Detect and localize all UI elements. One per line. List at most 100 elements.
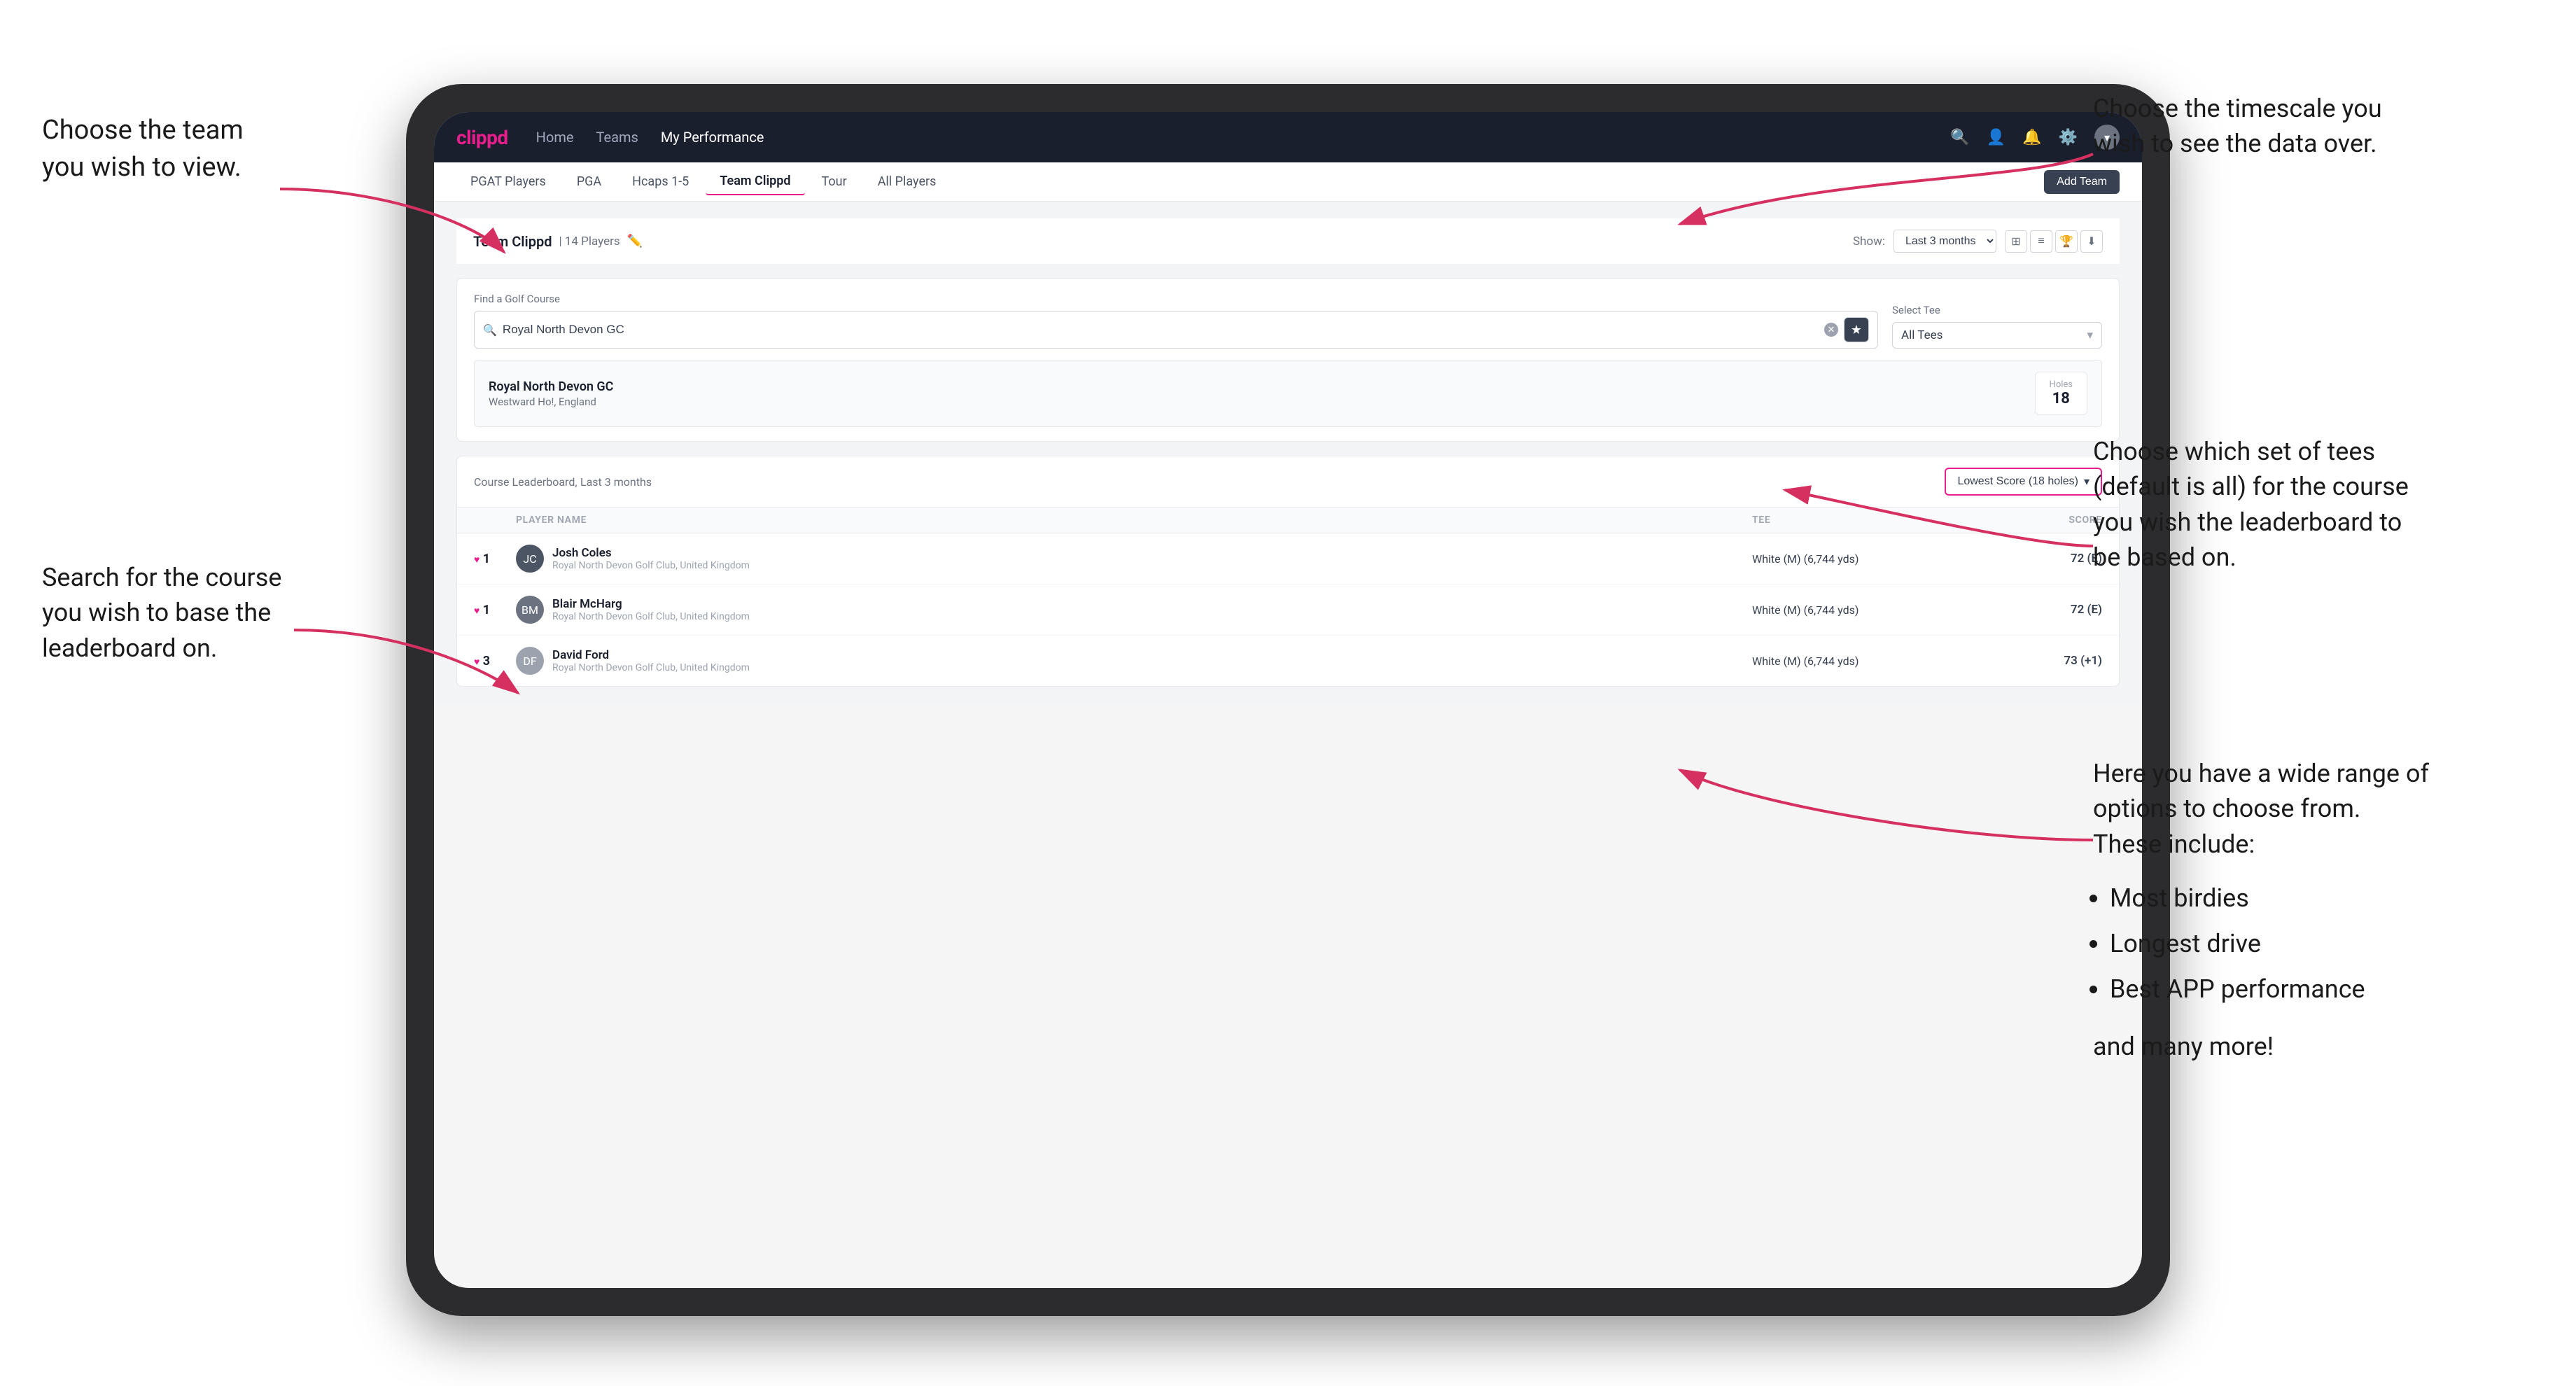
score-david: 73 (+1): [1962, 654, 2102, 668]
sub-nav-right: Add Team: [2044, 170, 2120, 194]
subnav-hcaps[interactable]: Hcaps 1-5: [618, 169, 703, 195]
tee-josh: White (M) (6,744 yds): [1752, 552, 1962, 566]
team-controls: Show: Last 3 months ⊞ ≡ 🏆 ⬇: [1853, 230, 2103, 253]
player-info-david: DF David Ford Royal North Devon Golf Clu…: [516, 647, 1752, 675]
find-course-label: Find a Golf Course: [474, 293, 1878, 305]
tee-select-value: All Tees: [1901, 328, 1942, 342]
col-player-name: PLAYER NAME: [516, 514, 1752, 526]
search-clear-button[interactable]: ✕: [1824, 323, 1838, 337]
table-row: ♥ 3 DF David Ford Royal North Devon Golf…: [457, 636, 2119, 686]
holes-number: 18: [2050, 390, 2073, 407]
tee-select-group: Select Tee All Tees ▾: [1892, 304, 2102, 349]
annotation-top-left: Choose the team you wish to view.: [42, 112, 280, 186]
edit-icon[interactable]: ✏️: [627, 234, 643, 248]
score-type-label: Lowest Score (18 holes): [1957, 475, 2078, 488]
search-row: Find a Golf Course 🔍 ✕ ★ Select Tee All …: [474, 293, 2102, 349]
score-type-chevron: ▾: [2084, 475, 2090, 489]
col-rank: [474, 514, 516, 526]
holes-box: Holes 18: [2035, 372, 2087, 415]
show-select[interactable]: Last 3 months: [1893, 230, 1996, 253]
course-name: Royal North Devon GC: [489, 379, 613, 394]
tee-dropdown-icon: ▾: [2087, 328, 2093, 342]
tablet-frame: clippd Home Teams My Performance 🔍 👤 🔔 ⚙…: [406, 84, 2170, 1316]
player-name-david: David Ford: [552, 648, 750, 662]
course-search-input-wrapper: 🔍 ✕ ★: [474, 311, 1878, 349]
view-icons: ⊞ ≡ 🏆 ⬇: [2005, 230, 2103, 253]
avatar-david: DF: [516, 647, 544, 675]
course-location: Westward Ho!, England: [489, 396, 613, 408]
player-club-blair: Royal North Devon Golf Club, United King…: [552, 611, 750, 622]
subnav-team-clippd[interactable]: Team Clippd: [706, 168, 804, 195]
player-count: | 14 Players: [559, 234, 620, 248]
score-type-button[interactable]: Lowest Score (18 holes) ▾: [1945, 468, 2102, 496]
team-title: Team Clippd | 14 Players ✏️: [473, 233, 643, 250]
add-team-button[interactable]: Add Team: [2044, 170, 2120, 194]
bullet-birdies: Most birdies: [2110, 876, 2429, 921]
grid-view-button[interactable]: ⊞: [2005, 230, 2027, 253]
show-label: Show:: [1853, 234, 1885, 248]
course-result: Royal North Devon GC Westward Ho!, Engla…: [474, 360, 2102, 427]
table-row: ♥ 1 JC Josh Coles Royal North Devon Golf…: [457, 533, 2119, 584]
player-name-blair: Blair McHarg: [552, 597, 750, 611]
course-search-section: Find a Golf Course 🔍 ✕ ★ Select Tee All …: [456, 278, 2120, 442]
holes-label: Holes: [2050, 379, 2073, 390]
annotation-tees: Choose which set of tees (default is all…: [2093, 434, 2429, 575]
sub-nav: PGAT Players PGA Hcaps 1-5 Team Clippd T…: [434, 162, 2142, 202]
avatar-josh: JC: [516, 545, 544, 573]
annotation-top-right: Choose the timescale you wish to see the…: [2093, 91, 2429, 162]
course-search-input[interactable]: [503, 323, 1819, 337]
leaderboard-section: Course Leaderboard, Last 3 months Lowest…: [456, 456, 2120, 687]
col-score: SCORE: [1962, 514, 2102, 526]
rank-2: ♥ 1: [474, 603, 516, 617]
subnav-tour[interactable]: Tour: [808, 169, 861, 195]
player-details-blair: Blair McHarg Royal North Devon Golf Club…: [552, 597, 750, 622]
table-header: PLAYER NAME TEE SCORE: [457, 507, 2119, 533]
player-name-josh: Josh Coles: [552, 546, 750, 560]
rank-1: ♥ 1: [474, 552, 516, 566]
leaderboard-title: Course Leaderboard, Last 3 months: [474, 475, 652, 489]
annotation-middle-left: Search for the course you wish to base t…: [42, 560, 294, 666]
avatar-blair: BM: [516, 596, 544, 624]
bell-icon[interactable]: 🔔: [2022, 129, 2041, 146]
leaderboard-header: Course Leaderboard, Last 3 months Lowest…: [457, 456, 2119, 507]
nav-bar: clippd Home Teams My Performance 🔍 👤 🔔 ⚙…: [434, 112, 2142, 162]
subnav-pga[interactable]: PGA: [563, 169, 615, 195]
tee-select-label: Select Tee: [1892, 304, 2102, 316]
search-input-icon: 🔍: [483, 323, 497, 337]
main-content: Team Clippd | 14 Players ✏️ Show: Last 3…: [434, 202, 2142, 704]
nav-home[interactable]: Home: [536, 129, 574, 146]
player-club-david: Royal North Devon Golf Club, United King…: [552, 662, 750, 673]
subnav-all-players[interactable]: All Players: [864, 169, 951, 195]
table-row: ♥ 1 BM Blair McHarg Royal North Devon Go…: [457, 584, 2119, 636]
player-info-blair: BM Blair McHarg Royal North Devon Golf C…: [516, 596, 1752, 624]
team-header-bar: Team Clippd | 14 Players ✏️ Show: Last 3…: [456, 218, 2120, 264]
course-result-info: Royal North Devon GC Westward Ho!, Engla…: [489, 379, 613, 408]
score-josh: 72 (E): [1962, 552, 2102, 566]
person-icon[interactable]: 👤: [1987, 129, 2005, 146]
player-details-josh: Josh Coles Royal North Devon Golf Club, …: [552, 546, 750, 571]
col-tee: TEE: [1752, 514, 1962, 526]
settings-icon[interactable]: ⚙️: [2059, 129, 2078, 146]
player-details-david: David Ford Royal North Devon Golf Club, …: [552, 648, 750, 673]
player-club-josh: Royal North Devon Golf Club, United King…: [552, 560, 750, 571]
tee-david: White (M) (6,744 yds): [1752, 654, 1962, 668]
team-name: Team Clippd: [473, 233, 552, 250]
star-button[interactable]: ★: [1844, 317, 1869, 342]
trophy-view-button[interactable]: 🏆: [2055, 230, 2078, 253]
download-button[interactable]: ⬇: [2080, 230, 2103, 253]
nav-my-performance[interactable]: My Performance: [661, 129, 764, 146]
annotation-options: Here you have a wide range of options to…: [2093, 756, 2429, 1064]
search-icon[interactable]: 🔍: [1950, 129, 1969, 146]
nav-teams[interactable]: Teams: [596, 129, 638, 146]
suffix-text: and many more!: [2093, 1029, 2429, 1064]
bullet-app: Best APP performance: [2110, 967, 2429, 1012]
player-info-josh: JC Josh Coles Royal North Devon Golf Clu…: [516, 545, 1752, 573]
tee-blair: White (M) (6,744 yds): [1752, 603, 1962, 617]
rank-3: ♥ 3: [474, 654, 516, 668]
list-view-button[interactable]: ≡: [2030, 230, 2052, 253]
tee-select-wrapper[interactable]: All Tees ▾: [1892, 322, 2102, 349]
find-course-group: Find a Golf Course 🔍 ✕ ★: [474, 293, 1878, 349]
subnav-pgat-players[interactable]: PGAT Players: [456, 169, 560, 195]
score-blair: 72 (E): [1962, 603, 2102, 617]
bullet-drive: Longest drive: [2110, 921, 2429, 967]
